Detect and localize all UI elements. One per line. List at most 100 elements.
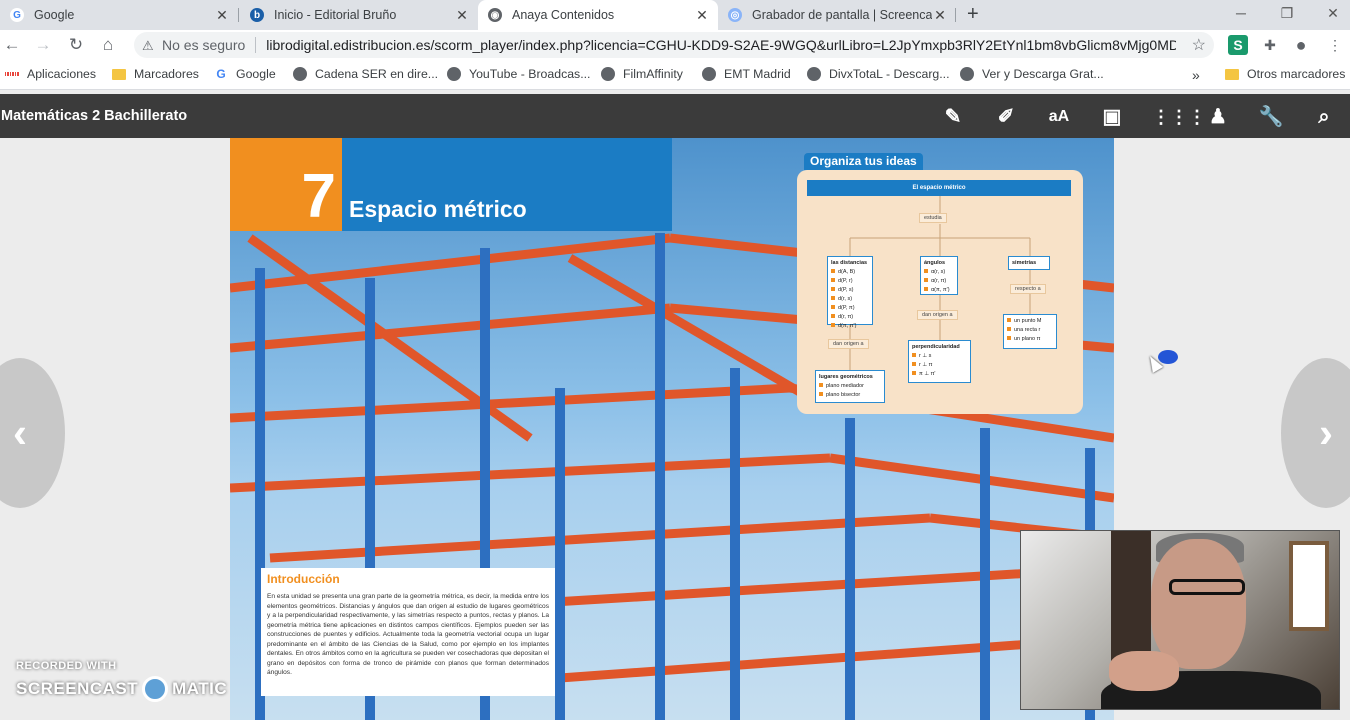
node-item: d(A, B) (831, 268, 869, 277)
node-item: d(r, s) (831, 295, 869, 304)
node-item: α(π, π') (924, 286, 954, 295)
back-button[interactable]: ← (1, 34, 23, 56)
node-title: las distancias (831, 260, 868, 266)
bookmark-label: Otros marcadores (1247, 67, 1346, 81)
wrench-icon[interactable]: 🔧 (1258, 104, 1284, 130)
bookmark-youtube[interactable]: YouTube - Broadcas... (447, 67, 590, 81)
node-item: d(P, r) (831, 277, 869, 286)
close-icon[interactable]: ✕ (932, 7, 948, 24)
watermark-text: MATIC (172, 679, 228, 698)
marker-icon[interactable]: ✐ (993, 104, 1019, 130)
restore-button[interactable]: ❐ (1264, 0, 1310, 30)
close-window-button[interactable]: ✕ (1310, 0, 1350, 30)
presenter-face (1151, 539, 1246, 669)
watermark-line1: RECORDED WITH (16, 660, 117, 672)
map-node-simetrias: simetrías (1008, 256, 1050, 270)
introduction-box: Introducción En esta unidad se presenta … (261, 568, 555, 696)
globe-icon (447, 67, 461, 81)
browser-toolbar: ← → ↻ ⌂ ⚠ No es seguro librodigital.edis… (0, 30, 1350, 60)
bookmark-label: Cadena SER en dire... (315, 67, 439, 81)
profile-icon[interactable]: ● (1291, 35, 1311, 55)
close-icon[interactable]: ✕ (694, 7, 710, 24)
node-item: d(P, s) (831, 286, 869, 295)
bookmark-divxtotal[interactable]: DivxTotaL - Descarg... (807, 67, 950, 81)
security-label[interactable]: No es seguro (162, 37, 245, 53)
new-tab-button[interactable]: + (967, 3, 979, 26)
presenter-hand (1109, 651, 1179, 691)
bookmark-label: Google (236, 67, 276, 81)
globe-icon (960, 67, 974, 81)
node-item: α(r, π) (924, 277, 954, 286)
warning-icon[interactable]: ⚠ (142, 38, 156, 53)
presenter-glasses (1169, 579, 1245, 595)
home-button[interactable]: ⌂ (97, 34, 119, 56)
tab-anaya-contenidos[interactable]: ◉ Anaya Contenidos ✕ (478, 0, 718, 30)
screencast-watermark: RECORDED WITH SCREENCAST MATIC (16, 660, 227, 702)
bookmark-label: YouTube - Broadcas... (469, 67, 591, 81)
tab-title: Inicio - Editorial Bruño (274, 8, 397, 22)
bookmark-filmaffinity[interactable]: FilmAffinity (601, 67, 683, 81)
star-icon[interactable]: ☆ (1192, 35, 1206, 55)
node-item: α(r, s) (924, 268, 954, 277)
next-page-button[interactable]: › (1281, 358, 1350, 508)
close-icon[interactable]: ✕ (454, 7, 470, 24)
globe-icon (601, 67, 615, 81)
tab-editorial-bruno[interactable]: b Inicio - Editorial Bruño ✕ (240, 0, 478, 30)
google-icon: G (216, 67, 226, 81)
apps-icon (4, 67, 20, 81)
close-icon[interactable]: ✕ (214, 7, 230, 24)
introduction-text: En esta unidad se presenta una gran part… (267, 593, 549, 676)
text-size-icon[interactable]: aA (1046, 104, 1072, 130)
tab-title: Google (34, 8, 75, 22)
forward-button[interactable]: → (32, 34, 54, 56)
bookmark-cadena-ser[interactable]: Cadena SER en dire... (293, 67, 438, 81)
watermark-line2: SCREENCAST MATIC (16, 676, 227, 702)
grid-icon[interactable]: ⋮⋮⋮ (1152, 104, 1206, 130)
bookmark-label: FilmAffinity (623, 67, 683, 81)
map-node-perpendicularidad: perpendicularidad r ⊥ s r ⊥ π π ⊥ π' (908, 340, 971, 383)
tab-strip: G Google ✕ b Inicio - Editorial Bruño ✕ … (0, 0, 1350, 30)
map-connector-label: dan origen a (828, 339, 869, 349)
reload-button[interactable]: ↻ (65, 34, 87, 56)
folder-icon (112, 68, 126, 80)
bookmarks-overflow-button[interactable]: » (1192, 67, 1200, 83)
map-connector-label: respecto a (1010, 284, 1046, 294)
folder-icon (1225, 68, 1239, 80)
search-icon[interactable]: ⌕ (1311, 104, 1337, 130)
url-text[interactable]: librodigital.edistribucion.es/scorm_play… (266, 37, 1176, 53)
bookmark-emt-madrid[interactable]: EMT Madrid (702, 67, 791, 81)
address-bar[interactable]: ⚠ No es seguro librodigital.edistribucio… (134, 32, 1214, 58)
screencast-logo-icon (142, 676, 169, 702)
bookmark-otros-marcadores[interactable]: Otros marcadores (1225, 67, 1345, 81)
bookmark-marcadores[interactable]: Marcadores (112, 67, 199, 81)
tab-title: Anaya Contenidos (512, 8, 615, 22)
node-title: ángulos (924, 260, 946, 266)
previous-page-button[interactable]: ‹ (0, 358, 65, 508)
tab-separator (238, 8, 239, 22)
book-title: Matemáticas 2 Bachillerato (1, 108, 188, 124)
bookmark-ver-descarga[interactable]: Ver y Descarga Grat... (960, 67, 1104, 81)
bookmark-google[interactable]: G Google (214, 67, 276, 81)
accessibility-icon[interactable]: ♟ (1205, 104, 1231, 130)
minimize-button[interactable]: ─ (1218, 0, 1264, 30)
puzzle-icon[interactable]: ✚ (1260, 35, 1280, 55)
tab-screencast[interactable]: ◎ Grabador de pantalla | Screencas ✕ (718, 0, 956, 30)
bookmark-apps[interactable]: Aplicaciones (4, 67, 96, 81)
map-connector-label: dan origen a (917, 310, 958, 320)
bookmark-label: Ver y Descarga Grat... (982, 67, 1104, 81)
menu-icon[interactable]: ⋮ (1325, 35, 1345, 55)
clipboard-icon[interactable]: ▣ (1099, 104, 1125, 130)
book-page: 7 Espacio métrico Organiza tus ideas El … (230, 138, 1114, 720)
extension-s-icon[interactable]: S (1228, 35, 1248, 55)
bruno-icon: b (250, 8, 264, 22)
bookmark-label: DivxTotaL - Descarg... (829, 67, 950, 81)
bookmark-label: Marcadores (134, 67, 199, 81)
node-item: π ⊥ π' (912, 370, 967, 379)
node-title: perpendicularidad (912, 344, 960, 350)
map-connector-label: estudia (919, 213, 947, 223)
pencil-icon[interactable]: ✎ (940, 104, 966, 130)
tab-separator (955, 8, 956, 22)
globe-icon (807, 67, 821, 81)
tab-google[interactable]: G Google ✕ (0, 0, 238, 30)
node-item: una recta r (1007, 326, 1053, 335)
